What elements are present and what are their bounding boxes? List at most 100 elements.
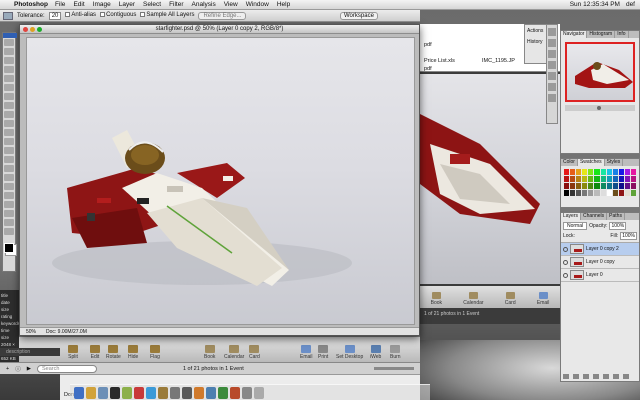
swatch[interactable]	[594, 183, 600, 189]
sample-all-option[interactable]: Sample All Layers	[140, 12, 194, 19]
menu-select[interactable]: Select	[143, 1, 161, 8]
slice-tool-icon[interactable]	[4, 84, 14, 91]
shape-tool-icon[interactable]	[4, 192, 14, 199]
search-input[interactable]: Search	[36, 364, 97, 373]
document-title-bar[interactable]: starfighter.psd @ 50% (Layer 0 copy 2, R…	[20, 25, 419, 34]
magic-wand-icon[interactable]	[3, 11, 13, 20]
user-menu[interactable]: def	[626, 1, 635, 8]
downloads-icon[interactable]	[242, 387, 252, 399]
paragraph-icon[interactable]	[548, 72, 556, 80]
file-item[interactable]: pdf	[424, 42, 432, 48]
tab-histogram[interactable]: Histogram	[587, 31, 616, 38]
info-icon[interactable]	[548, 94, 556, 102]
book-button[interactable]: Book	[204, 345, 215, 360]
antialias-checkbox[interactable]	[65, 12, 71, 18]
notes-tool-icon[interactable]	[4, 201, 14, 208]
powerpoint-icon[interactable]	[230, 387, 240, 399]
photoshop-icon[interactable]	[110, 387, 120, 399]
ichat-icon[interactable]	[122, 387, 132, 399]
swatch[interactable]	[600, 183, 606, 189]
calendar-button[interactable]: Calendar	[463, 292, 484, 306]
lasso-tool-icon[interactable]	[4, 57, 14, 64]
mask-icon[interactable]	[583, 374, 589, 379]
contiguous-option[interactable]: Contiguous	[100, 12, 136, 19]
preferences-icon[interactable]	[170, 387, 180, 399]
swatch[interactable]	[606, 190, 612, 196]
swatch[interactable]	[624, 183, 630, 189]
trash-icon[interactable]	[254, 387, 264, 399]
size-slider[interactable]	[374, 367, 414, 370]
link-icon[interactable]	[563, 374, 569, 379]
crop-tool-icon[interactable]	[4, 75, 14, 82]
color-swatch-icon[interactable]	[4, 243, 14, 253]
workspace-menu[interactable]: Workspace	[340, 12, 378, 20]
tab-styles[interactable]: Styles	[605, 159, 624, 166]
navigator-preview[interactable]	[565, 42, 635, 102]
sample-all-checkbox[interactable]	[140, 12, 146, 18]
swatch[interactable]	[582, 190, 588, 196]
add-icon[interactable]: +	[6, 366, 9, 372]
swatch[interactable]	[564, 190, 570, 196]
swatch[interactable]	[582, 169, 588, 175]
close-icon[interactable]	[23, 27, 28, 32]
brushes-icon[interactable]	[548, 39, 556, 47]
swatch[interactable]	[588, 176, 594, 182]
dodge-tool-icon[interactable]	[4, 156, 14, 163]
blur-tool-icon[interactable]	[4, 147, 14, 154]
hand-tool-icon[interactable]	[4, 219, 14, 226]
swatch[interactable]	[570, 169, 576, 175]
swatch[interactable]	[564, 169, 570, 175]
healing-tool-icon[interactable]	[4, 93, 14, 100]
flag-button[interactable]: Flag	[150, 345, 160, 360]
swatch[interactable]	[618, 176, 624, 182]
swatch[interactable]	[612, 176, 618, 182]
swatch[interactable]	[576, 183, 582, 189]
zoom-slider[interactable]	[565, 105, 635, 111]
tool-presets-icon[interactable]	[548, 28, 556, 36]
menu-image[interactable]: Image	[93, 1, 111, 8]
description-field[interactable]: description	[0, 348, 60, 356]
info-icon[interactable]: ⓘ	[15, 365, 21, 373]
brush-tool-icon[interactable]	[4, 102, 14, 109]
swatch[interactable]	[600, 176, 606, 182]
new-layer-icon[interactable]	[613, 374, 619, 379]
swatch[interactable]	[606, 183, 612, 189]
swatch[interactable]	[576, 190, 582, 196]
eye-icon[interactable]	[563, 259, 568, 265]
menu-help[interactable]: Help	[277, 1, 290, 8]
trash-icon[interactable]	[623, 374, 629, 379]
eye-icon[interactable]	[563, 246, 568, 252]
refine-edge-button[interactable]: Refine Edge...	[198, 11, 247, 20]
swatch[interactable]	[624, 176, 630, 182]
slideshow-icon[interactable]: ▶	[27, 366, 31, 372]
swatch[interactable]	[570, 190, 576, 196]
swatch[interactable]	[606, 169, 612, 175]
card-button[interactable]: Card	[505, 292, 516, 306]
swatch[interactable]	[582, 183, 588, 189]
swatch[interactable]	[612, 169, 618, 175]
layer-name[interactable]: Layer 0 copy 2	[586, 246, 619, 252]
swatch[interactable]	[588, 183, 594, 189]
swatch[interactable]	[570, 176, 576, 182]
type-tool-icon[interactable]	[4, 174, 14, 181]
layer-comps-icon[interactable]	[548, 83, 556, 91]
clone-source-icon[interactable]	[548, 50, 556, 58]
eraser-tool-icon[interactable]	[4, 129, 14, 136]
blend-mode-select[interactable]: Normal	[563, 222, 588, 230]
split-button[interactable]: Split	[68, 345, 78, 360]
edit-button[interactable]: Edit	[90, 345, 100, 360]
print-button[interactable]: Print	[318, 345, 328, 360]
menu-analysis[interactable]: Analysis	[192, 1, 216, 8]
swatch[interactable]	[630, 183, 636, 189]
swatch[interactable]	[600, 190, 606, 196]
zoom-icon[interactable]	[37, 27, 42, 32]
file-item[interactable]: IMC_1195.JP	[482, 58, 515, 64]
swatch[interactable]	[612, 190, 618, 196]
layer-row[interactable]: Layer 0 copy 2	[561, 243, 639, 256]
folder-icon[interactable]	[603, 374, 609, 379]
calendar-icon[interactable]	[134, 387, 144, 399]
iweb-button[interactable]: iWeb	[370, 345, 381, 360]
character-icon[interactable]	[548, 61, 556, 69]
calendar-button[interactable]: Calendar	[224, 345, 244, 360]
swatch[interactable]	[594, 169, 600, 175]
